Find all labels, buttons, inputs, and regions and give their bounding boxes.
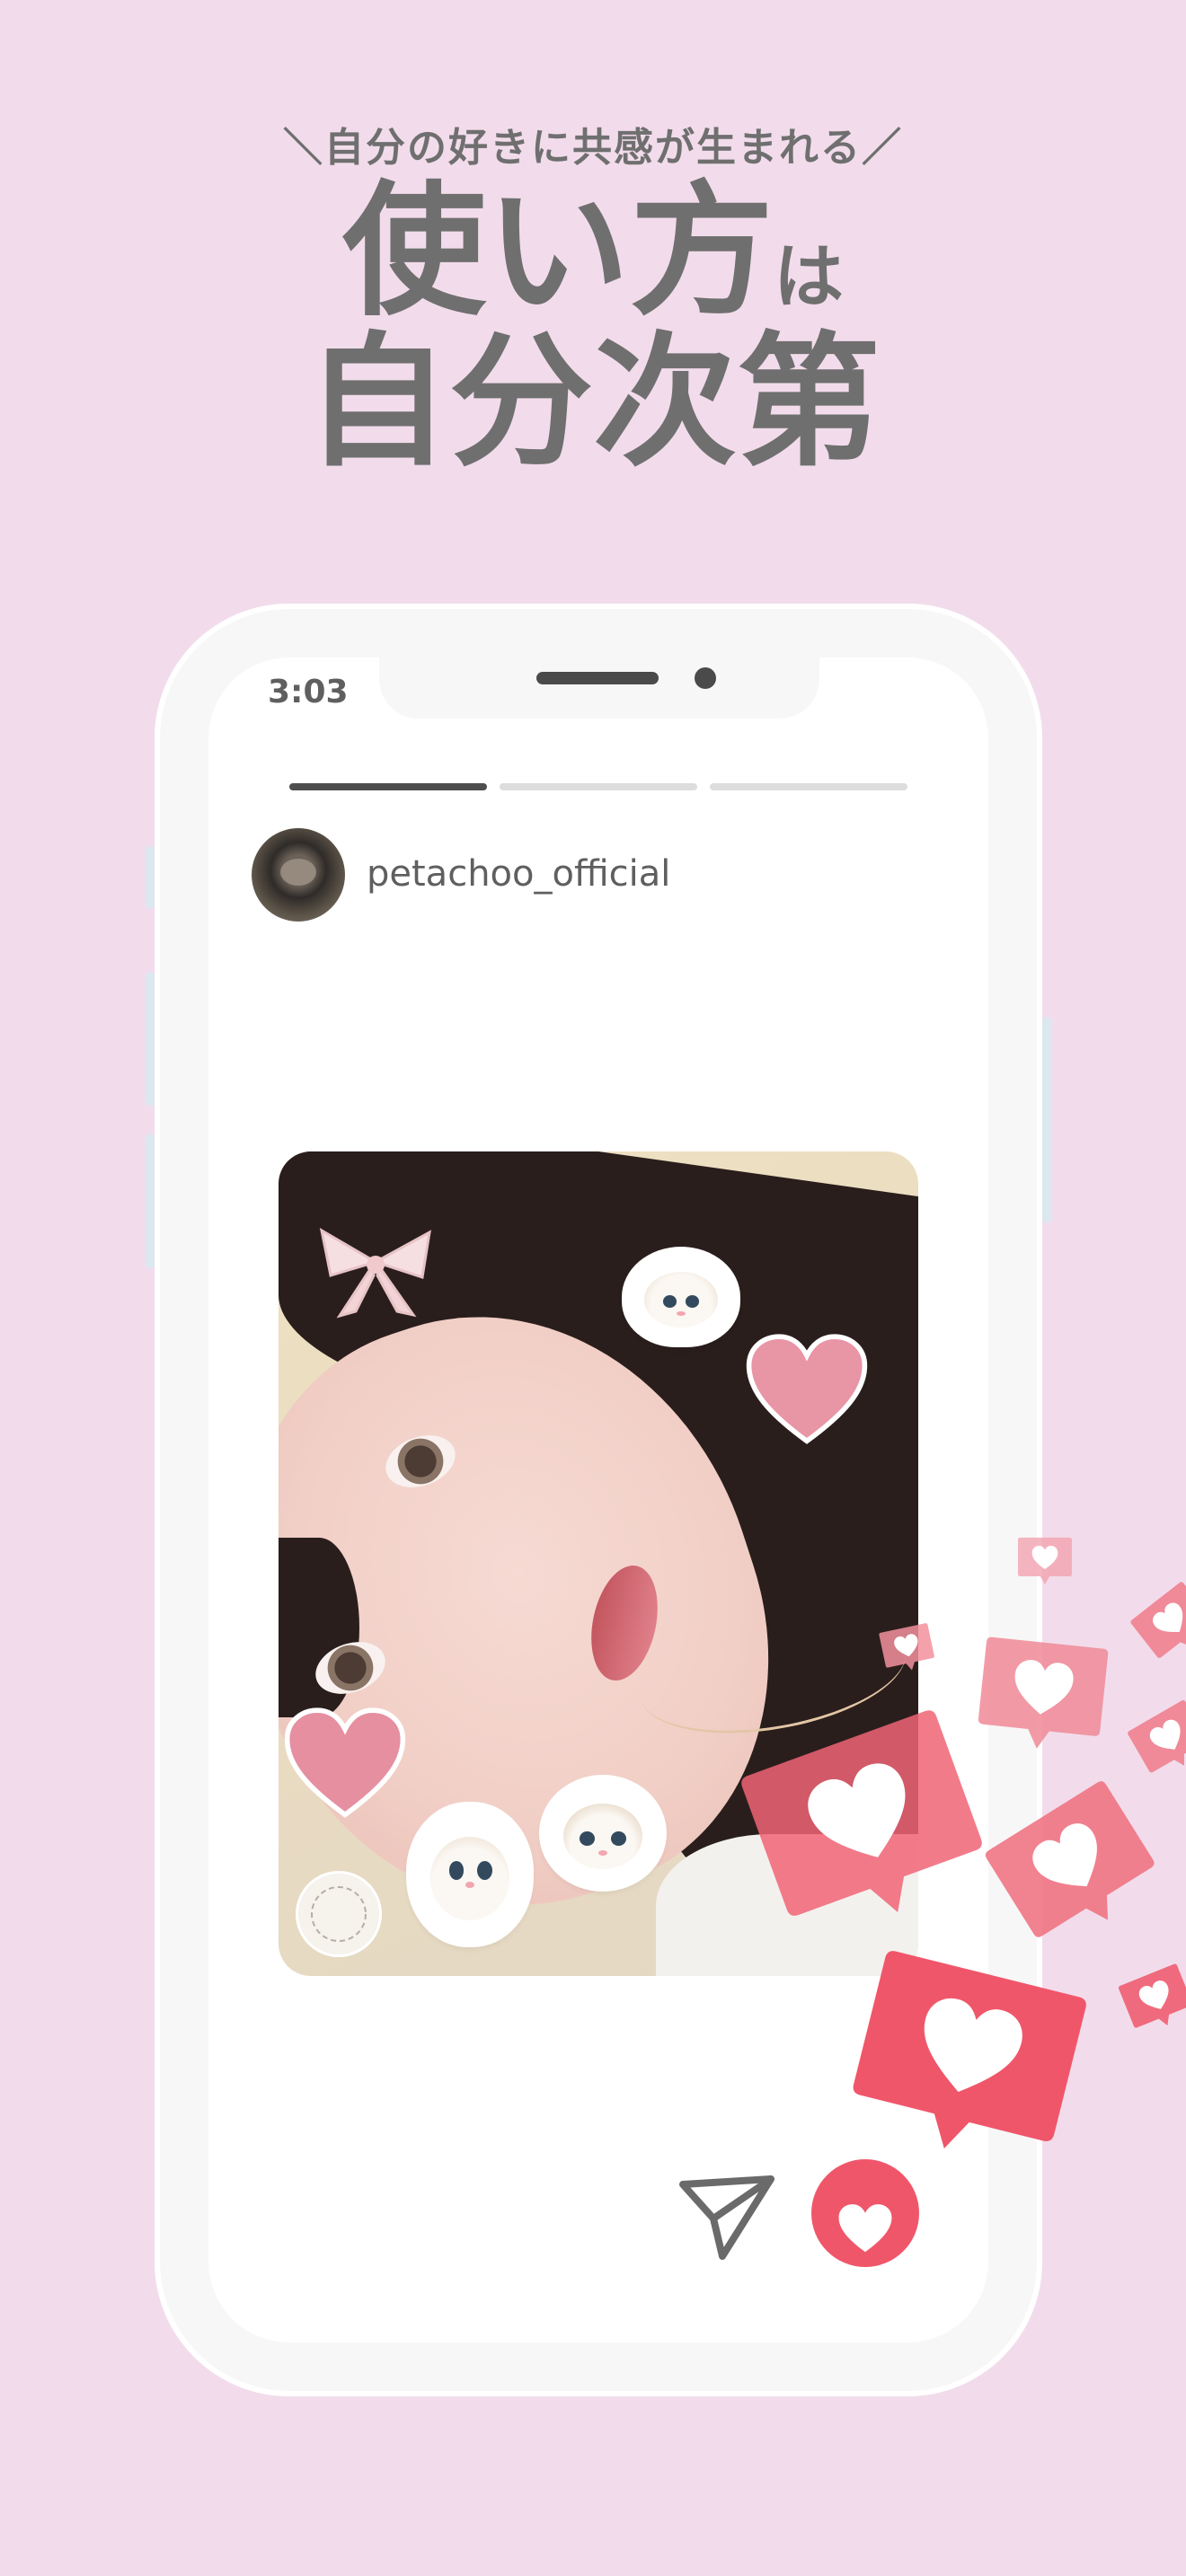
cat-face xyxy=(429,1837,510,1920)
phone-notch xyxy=(379,657,819,719)
cat-eye xyxy=(580,1831,595,1847)
story-progress-segment xyxy=(500,783,697,790)
story-progress-segment xyxy=(289,783,487,790)
headline-title: 使い方は 自分次第 xyxy=(0,180,1186,474)
pink-heart-sticker xyxy=(746,1334,868,1444)
brand-logo-mark xyxy=(311,1886,367,1942)
cat-eye xyxy=(662,1295,677,1308)
story-progress-segment xyxy=(710,783,907,790)
phone-volume-down-button xyxy=(146,1134,155,1268)
cat-eye xyxy=(476,1861,492,1880)
like-notification-icon xyxy=(1018,1537,1072,1585)
like-notification-icon xyxy=(1128,1699,1186,1773)
speaker-grille xyxy=(536,672,659,684)
kitten-sticker xyxy=(412,1807,528,1942)
pink-heart-sticker xyxy=(284,1707,406,1818)
cat-nose xyxy=(677,1311,686,1316)
front-camera xyxy=(695,667,716,689)
headline-line-1-text: 使い方 xyxy=(341,167,774,335)
paper-plane-icon[interactable] xyxy=(677,2172,776,2262)
like-notification-icon xyxy=(1119,1963,1186,2028)
headline-subtitle: ＼自分の好きに共感が生まれる／ xyxy=(283,125,903,171)
headline-line-2: 自分次第 xyxy=(305,318,881,486)
like-notification-icon xyxy=(1130,1582,1186,1658)
cat-nose xyxy=(597,1849,608,1856)
profile-username[interactable]: petachoo_official xyxy=(367,853,670,895)
brand-logo-stamp xyxy=(298,1874,379,1954)
profile-avatar[interactable] xyxy=(252,828,345,922)
phone-power-button xyxy=(1042,1017,1051,1223)
cat-face xyxy=(644,1272,718,1328)
like-button[interactable] xyxy=(811,2159,919,2267)
status-time: 3:03 xyxy=(268,674,349,710)
kitten-sticker xyxy=(544,1780,661,1886)
heart-icon xyxy=(838,2203,892,2252)
cat-nose xyxy=(465,1881,475,1888)
cat-face xyxy=(562,1803,643,1870)
phone-volume-up-button xyxy=(146,972,155,1107)
cat-eye xyxy=(611,1831,626,1847)
headline-line-1: 使い方は xyxy=(0,180,1186,323)
ribbon-sticker xyxy=(319,1228,431,1319)
story-progress-bar xyxy=(289,783,907,790)
headline-line-1-suffix: は xyxy=(774,237,845,318)
like-notification-icon xyxy=(978,1636,1109,1749)
cat-heart-sticker xyxy=(627,1252,735,1342)
phone-side-button xyxy=(146,846,155,909)
